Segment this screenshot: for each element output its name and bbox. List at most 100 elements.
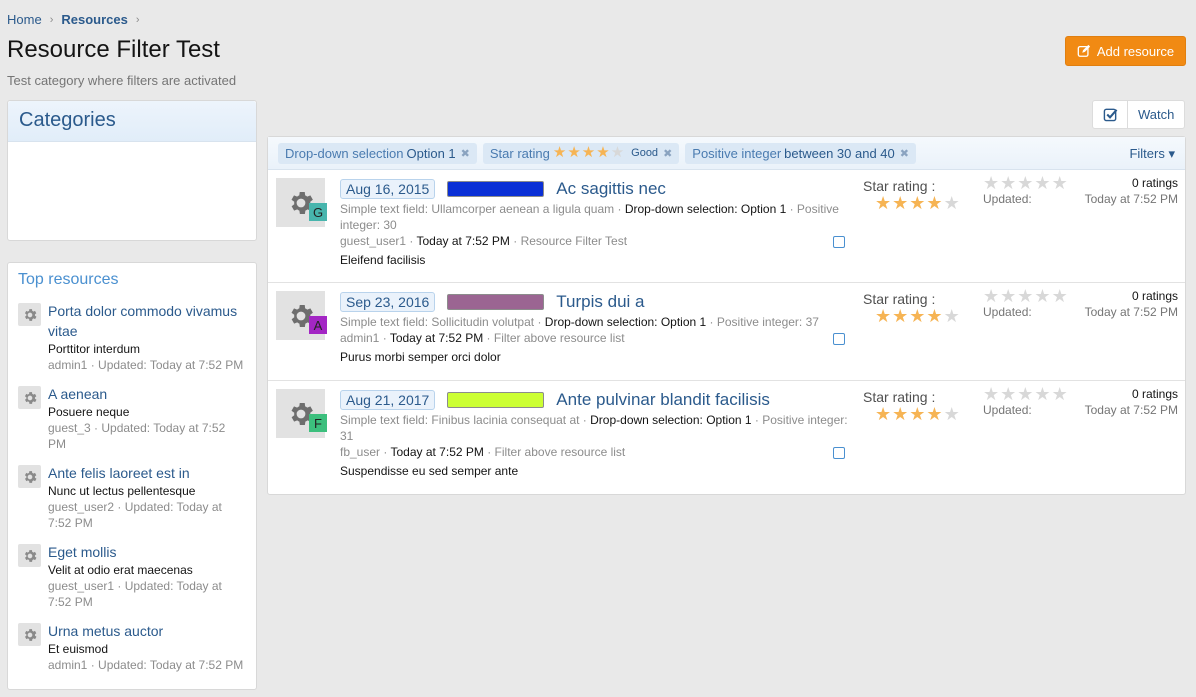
category-link[interactable]: Resource Filter Test (521, 234, 627, 248)
updated-time: Today at 7:52 PM (1084, 305, 1178, 319)
resource-icon[interactable] (18, 623, 41, 646)
resource-tagline: Eleifend facilisis (340, 253, 426, 267)
star-icon: ★ (943, 193, 960, 213)
watch-group: Watch (1092, 100, 1186, 129)
breadcrumb-resources[interactable]: Resources (61, 12, 127, 27)
resource-date-badge: Aug 21, 2017 (340, 389, 436, 410)
top-resource-title[interactable]: Urna metus auctor (48, 621, 243, 641)
resource-icon[interactable] (18, 386, 41, 409)
top-resource-meta: admin1 · Updated: Today at 7:52 PM (48, 358, 244, 372)
remove-filter-icon[interactable]: ✖ (900, 147, 909, 160)
user-rating-stars[interactable]: ★ ★ ★ ★ ★ (983, 173, 1068, 193)
resource-date-badge: Aug 16, 2015 (340, 178, 436, 199)
color-field-swatch (447, 293, 545, 310)
color-field-swatch (447, 180, 545, 197)
page-title: Resource Filter Test (7, 36, 220, 63)
avatar[interactable]: G (309, 203, 327, 221)
star-icon: ★ (1017, 286, 1034, 306)
add-resource-button[interactable]: Add resource (1065, 36, 1186, 66)
star-rating-value: ★ ★ ★ ★ ★ (875, 193, 960, 213)
updated-label: Updated: (983, 305, 1032, 319)
resource-title-link[interactable]: Ante pulvinar blandit facilisis (556, 390, 770, 410)
star-icon: ★ (909, 193, 926, 213)
star-icon: ★ (926, 306, 943, 326)
gear-icon (24, 549, 36, 562)
filter-pill-star-rating[interactable]: Star rating ★ ★ ★ ★ ★ Good ✖ (482, 142, 680, 164)
star-rating-field: Star rating : ★ ★ ★ ★ ★ (863, 178, 960, 212)
select-checkbox[interactable] (833, 447, 845, 459)
author-link[interactable]: fb_user (340, 445, 380, 459)
star-icon: ★ (892, 306, 909, 326)
top-resource-meta: admin1 · Updated: Today at 7:52 PM (48, 658, 244, 672)
select-all-toggle[interactable] (1093, 101, 1128, 128)
active-filters-bar: Drop-down selection Option 1 ✖ Star rati… (268, 137, 1185, 170)
updated-label: Updated: (983, 403, 1032, 417)
star-icon: ★ (1034, 286, 1051, 306)
top-resource-tagline: Velit at odio erat maecenas (48, 563, 193, 577)
author-link[interactable]: admin1 (340, 331, 379, 345)
author-link[interactable]: guest_user1 (340, 234, 406, 248)
resource-title-link[interactable]: Turpis dui a (556, 292, 644, 312)
category-link[interactable]: Filter above resource list (494, 331, 625, 345)
breadcrumb-separator-icon: › (49, 13, 54, 26)
resource-icon[interactable] (18, 303, 41, 326)
breadcrumb: Home › Resources › (7, 12, 148, 27)
breadcrumb-separator-icon: › (135, 13, 140, 26)
select-checkbox[interactable] (833, 236, 845, 248)
star-icon: ★ (552, 144, 567, 161)
top-resources-block: Top resources Porta dolor commodo vivamu… (7, 262, 257, 690)
resource-fields: Simple text field: Sollicitudin volutpat… (340, 315, 819, 329)
gear-icon (24, 628, 36, 641)
user-rating-stars[interactable]: ★ ★ ★ ★ ★ (983, 384, 1068, 404)
top-resource-title[interactable]: Eget mollis (48, 542, 246, 562)
star-icon: ★ (926, 404, 943, 424)
star-icon: ★ (943, 404, 960, 424)
top-resource-title[interactable]: Porta dolor commodo vivamus vitae (48, 301, 246, 341)
select-checkbox[interactable] (833, 333, 845, 345)
dropdown-field-value: Drop-down selection: Option 1 (590, 413, 752, 427)
category-link[interactable]: Filter above resource list (495, 445, 626, 459)
resource-stats: ★ ★ ★ ★ ★ 0 ratings Updated: Today at 7:52 P… (983, 286, 1178, 320)
top-resource-tagline: Nunc ut lectus pellentesque (48, 484, 196, 498)
resource-icon[interactable] (18, 465, 41, 488)
user-rating-stars[interactable]: ★ ★ ★ ★ ★ (983, 286, 1068, 306)
resource-title-link[interactable]: Ac sagittis nec (556, 179, 666, 199)
filter-pill-dropdown[interactable]: Drop-down selection Option 1 ✖ (278, 142, 477, 164)
star-icon: ★ (909, 306, 926, 326)
filter-value: between 30 and 40 (784, 145, 895, 161)
gear-icon (24, 470, 36, 483)
filters-dropdown-button[interactable]: Filters ▾ (1129, 146, 1175, 162)
resource-tagline: Suspendisse eu sed semper ante (340, 464, 519, 478)
star-icon: ★ (581, 144, 596, 161)
page-description: Test category where filters are activate… (7, 73, 237, 88)
remove-filter-icon[interactable]: ✖ (461, 147, 470, 160)
top-resource-item: Urna metus auctor Et euismod admin1 · Up… (18, 621, 246, 673)
filter-stars: ★ ★ ★ ★ ★ (553, 145, 624, 161)
checkbox-checked-icon (1103, 108, 1117, 122)
updated-time: Today at 7:52 PM (1084, 403, 1178, 417)
resource-list-item: G Aug 16, 2015 Ac sagittis nec Simple te… (268, 170, 1185, 283)
star-icon: ★ (1034, 173, 1051, 193)
star-rating-field: Star rating : ★ ★ ★ ★ ★ (863, 291, 960, 325)
top-resource-title[interactable]: Ante felis laoreet est in (48, 463, 246, 483)
top-resource-item: Eget mollis Velit at odio erat maecenas … (18, 542, 246, 610)
remove-filter-icon[interactable]: ✖ (663, 147, 672, 160)
filter-pill-positive-integer[interactable]: Positive integer between 30 and 40 ✖ (685, 142, 916, 164)
breadcrumb-home[interactable]: Home (7, 12, 42, 27)
watch-button[interactable]: Watch (1128, 101, 1184, 128)
updated-time: Today at 7:52 PM (1084, 192, 1178, 206)
star-icon: ★ (875, 306, 892, 326)
top-resource-title[interactable]: A aenean (48, 384, 246, 404)
avatar[interactable]: A (309, 316, 327, 334)
text-field-value: Simple text field: Sollicitudin volutpat (340, 315, 535, 329)
star-icon: ★ (875, 404, 892, 424)
color-field-swatch (447, 391, 545, 408)
star-rating-label: Star rating : (863, 389, 936, 405)
top-resource-item: Porta dolor commodo vivamus vitae Portti… (18, 301, 246, 373)
top-resources-title[interactable]: Top resources (18, 271, 246, 289)
star-icon: ★ (1051, 384, 1068, 404)
categories-title: Categories (8, 101, 256, 142)
avatar[interactable]: F (309, 414, 327, 432)
top-resource-item: A aenean Posuere neque guest_3 · Updated… (18, 384, 246, 452)
resource-icon[interactable] (18, 544, 41, 567)
